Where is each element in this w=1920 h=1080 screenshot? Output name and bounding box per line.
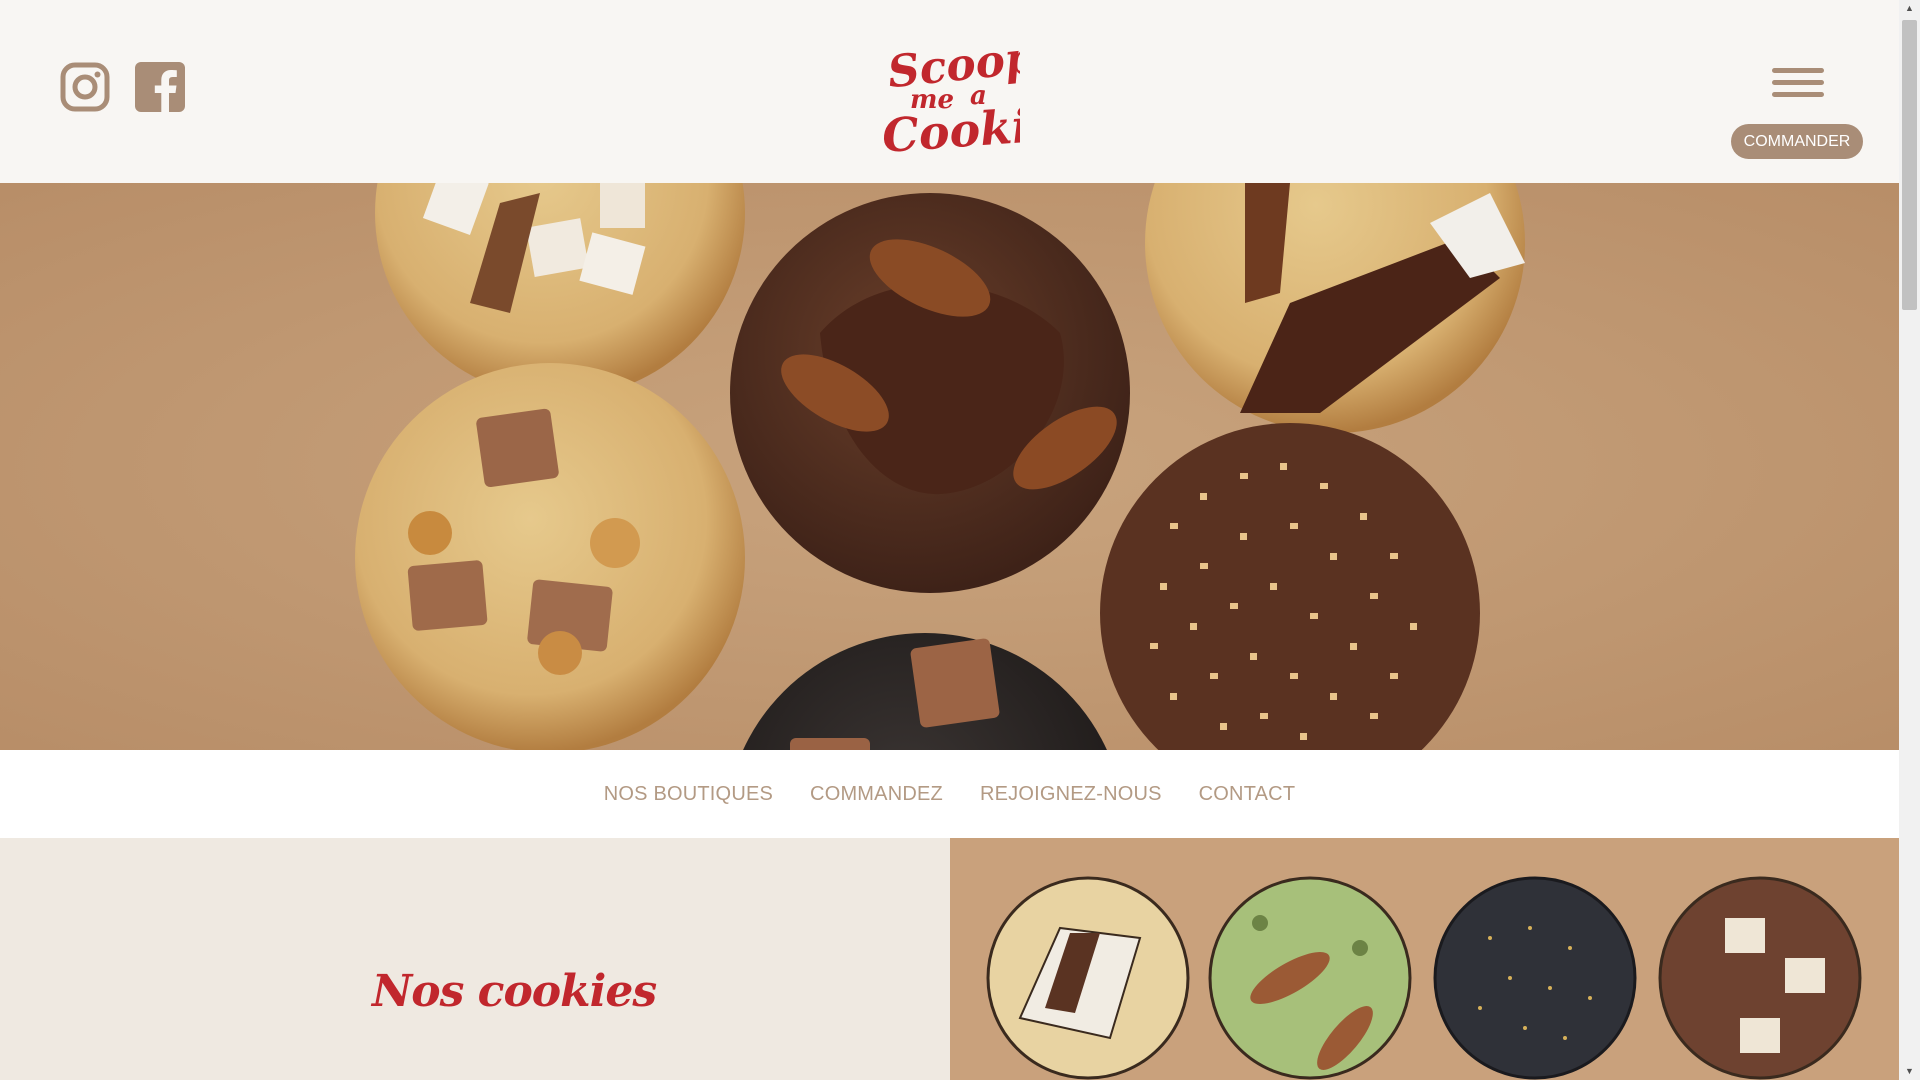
instagram-link[interactable] xyxy=(60,62,110,112)
cookie-pecan xyxy=(730,193,1130,593)
nav-item-commandez[interactable]: COMMANDEZ xyxy=(810,783,943,806)
nav-item-rejoignez-nous[interactable]: REJOIGNEZ-NOUS xyxy=(980,783,1162,806)
section-title: Nos cookies xyxy=(372,966,657,1017)
cookies-section: Nos cookies xyxy=(0,838,1899,1080)
nav-item-boutiques[interactable]: NOS BOUTIQUES xyxy=(604,783,773,806)
page-scrollbar[interactable]: ▲ ▼ xyxy=(1899,0,1920,1080)
hamburger-menu-icon xyxy=(1772,68,1824,73)
site-logo[interactable]: Scoop me a Cookie xyxy=(880,30,1060,163)
instagram-icon xyxy=(60,62,110,112)
order-button[interactable]: COMMANDER xyxy=(1731,124,1863,159)
scroll-up-arrow-icon[interactable]: ▲ xyxy=(1899,0,1920,17)
logo-word-4: Cookie xyxy=(880,97,1020,155)
scroll-down-arrow-icon[interactable]: ▼ xyxy=(1899,1063,1920,1080)
nav-item-contact[interactable]: CONTACT xyxy=(1199,783,1296,806)
main-nav: NOS BOUTIQUES COMMANDEZ REJOIGNEZ-NOUS C… xyxy=(0,750,1899,838)
cookies-illustration xyxy=(950,838,1899,1080)
page: Scoop me a Cookie COMMANDER NOS BOUTIQUE… xyxy=(0,0,1899,1080)
facebook-link[interactable] xyxy=(135,62,185,112)
hamburger-menu-button[interactable] xyxy=(1772,68,1824,106)
facebook-icon xyxy=(135,62,185,112)
illustrated-cookie-3 xyxy=(1433,876,1637,1080)
social-links xyxy=(60,62,185,112)
hero-image xyxy=(0,183,1899,750)
cookies-intro-panel: Nos cookies xyxy=(0,838,950,1080)
cookie-caramel-hazelnut xyxy=(355,363,745,750)
illustrated-cookie-2 xyxy=(1208,876,1412,1080)
scrollbar-thumb[interactable] xyxy=(1902,20,1917,310)
site-header: Scoop me a Cookie COMMANDER xyxy=(0,0,1899,183)
illustrated-cookie-4 xyxy=(1658,876,1862,1080)
illustrated-cookie-1 xyxy=(986,876,1190,1080)
